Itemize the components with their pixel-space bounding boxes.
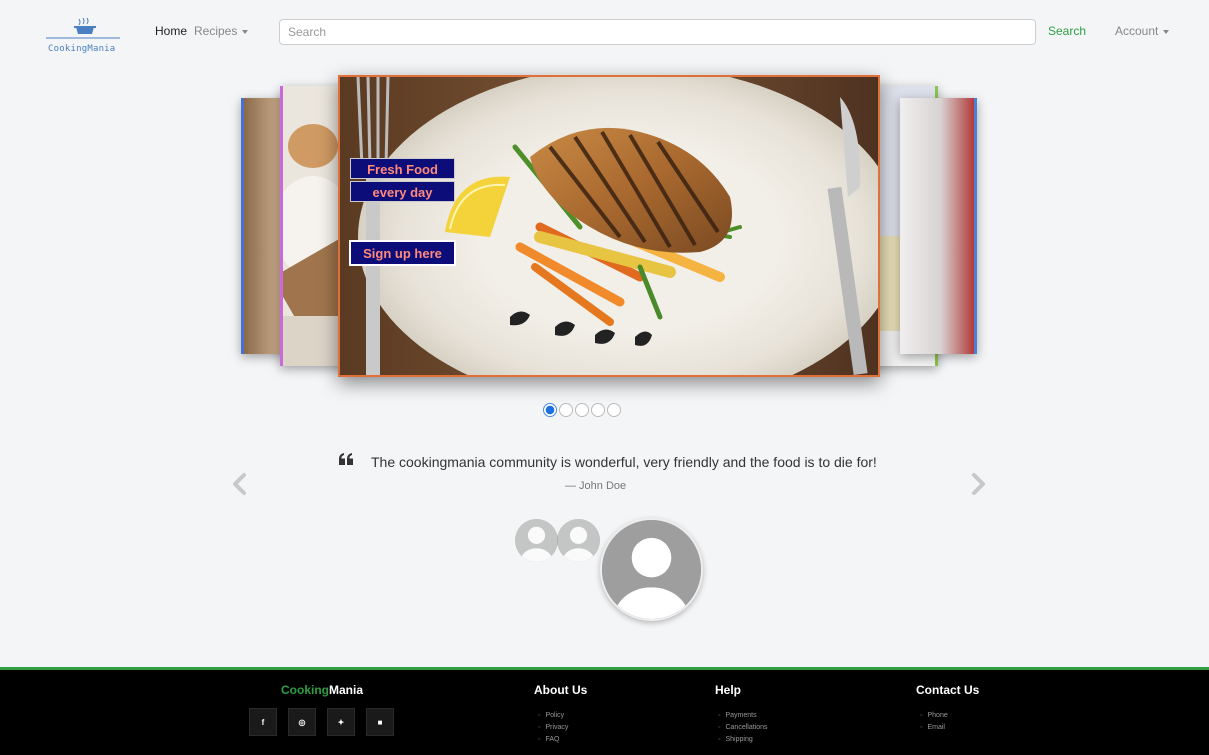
logo-text: CookingMania <box>48 44 116 54</box>
footer-about-links: Policy Privacy FAQ <box>538 710 568 746</box>
account-label: Account <box>1115 24 1159 38</box>
footer-link-phone[interactable]: Phone <box>920 710 947 722</box>
footer-help-title: Help <box>715 683 742 697</box>
user-placeholder-icon <box>557 519 600 562</box>
promo-every-day: every day <box>350 181 455 202</box>
footer-about-title: About Us <box>534 683 588 697</box>
footer-link-faq[interactable]: FAQ <box>538 734 568 746</box>
user-placeholder-icon <box>515 519 558 562</box>
brand-part-cooking: Cooking <box>281 683 329 697</box>
footer-link-privacy[interactable]: Privacy <box>538 722 568 734</box>
account-dropdown[interactable]: Account <box>1115 24 1170 38</box>
carousel-dot[interactable] <box>607 403 621 417</box>
footer: CookingMania f ◎ ✦ ■ About Us Policy Pri… <box>0 667 1209 755</box>
testimonial-avatar[interactable] <box>515 519 558 562</box>
footer-link-payments[interactable]: Payments <box>718 710 768 722</box>
carousel-slide-active[interactable]: Fresh Food every day Sign up here <box>338 75 880 377</box>
search-button[interactable]: Search <box>1048 24 1086 38</box>
chevron-right-icon[interactable] <box>968 472 988 496</box>
carousel-dot[interactable] <box>575 403 589 417</box>
testimonial-quote: The cookingmania community is wonderful,… <box>371 454 877 470</box>
carousel-dot[interactable] <box>591 403 605 417</box>
twitter-icon[interactable]: ✦ <box>327 708 355 736</box>
navbar: CookingMania Home Recipes Search Account <box>0 0 1209 70</box>
grilled-chicken-plate-image <box>340 77 878 375</box>
chevron-down-icon <box>1163 29 1170 34</box>
instagram-icon[interactable]: ◎ <box>288 708 316 736</box>
carousel-indicators <box>543 403 621 417</box>
nav-recipes-dropdown[interactable]: Recipes <box>194 24 249 38</box>
footer-link-policy[interactable]: Policy <box>538 710 568 722</box>
carousel-dot[interactable] <box>559 403 573 417</box>
cookingmania-logo[interactable]: CookingMania <box>44 16 122 58</box>
testimonial-avatar-active[interactable] <box>600 518 703 621</box>
search-input[interactable] <box>279 19 1036 45</box>
footer-brand: CookingMania <box>281 683 363 697</box>
signup-button[interactable]: Sign up here <box>349 240 456 266</box>
chevron-left-icon[interactable] <box>230 472 250 496</box>
footer-contact-title: Contact Us <box>916 683 980 697</box>
testimonial-avatar[interactable] <box>557 519 600 562</box>
testimonial-author: — John Doe <box>565 480 627 492</box>
facebook-icon[interactable]: f <box>249 708 277 736</box>
nav-recipes-label: Recipes <box>194 24 238 38</box>
pot-icon <box>46 17 120 39</box>
quote-icon <box>339 453 353 465</box>
promo-fresh-food: Fresh Food <box>350 158 455 179</box>
footer-help-links: Payments Cancellations Shipping <box>718 710 768 746</box>
youtube-icon[interactable]: ■ <box>366 708 394 736</box>
chevron-down-icon <box>242 29 249 34</box>
footer-contact-links: Phone Email <box>920 710 948 734</box>
user-placeholder-icon <box>602 520 701 619</box>
footer-link-shipping[interactable]: Shipping <box>718 734 768 746</box>
footer-link-cancellations[interactable]: Cancellations <box>718 722 767 734</box>
footer-link-email[interactable]: Email <box>920 722 948 734</box>
brand-part-mania: Mania <box>329 683 364 697</box>
carousel-slide-far-right[interactable] <box>900 98 977 354</box>
nav-home-link[interactable]: Home <box>155 24 187 38</box>
carousel-dot[interactable] <box>543 403 557 417</box>
